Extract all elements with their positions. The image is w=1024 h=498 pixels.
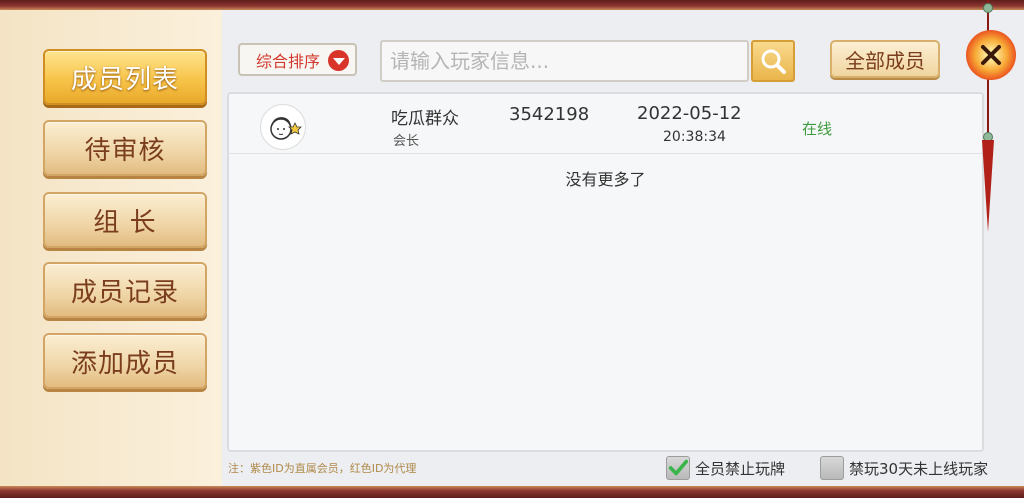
ban-inactive-checkbox[interactable]: 禁玩30天未上线玩家 <box>820 456 988 480</box>
sidebar-item-label: 成员列表 <box>70 64 179 95</box>
sidebar-item-label: 组 长 <box>93 207 157 238</box>
member-time: 20:38:34 <box>663 129 726 145</box>
member-list: 吃瓜群众 会长 3542198 2022-05-12 20:38:34 在线 没… <box>227 92 984 452</box>
search-icon <box>761 49 786 74</box>
member-date: 2022-05-12 <box>637 103 742 124</box>
close-icon <box>981 45 1001 65</box>
checkbox[interactable] <box>820 456 844 480</box>
checkbox-label: 禁玩30天未上线玩家 <box>849 459 989 478</box>
search-input[interactable] <box>380 40 749 82</box>
all-members-button[interactable]: 全部成员 <box>830 40 940 78</box>
top-frame <box>0 0 1024 10</box>
sidebar-item-label: 待审核 <box>84 135 166 166</box>
search-button[interactable] <box>751 40 795 82</box>
check-icon <box>668 459 689 476</box>
sidebar-item-group-leader[interactable]: 组 长 <box>43 192 207 248</box>
sidebar-item-label: 成员记录 <box>70 277 179 308</box>
sidebar-item-label: 添加成员 <box>70 348 179 379</box>
sort-dropdown[interactable]: 综合排序 <box>238 43 357 76</box>
status-badge: 在线 <box>802 120 833 138</box>
sidebar-item-member-records[interactable]: 成员记录 <box>43 262 207 318</box>
tassel-decoration <box>982 140 994 232</box>
sidebar-item-add-member[interactable]: 添加成员 <box>43 333 207 389</box>
all-members-label: 全部成员 <box>845 48 925 73</box>
list-end-text: 没有更多了 <box>565 170 646 189</box>
main-panel: 综合排序 全部成员 吃瓜群众 会长 354 <box>222 10 1024 486</box>
checkbox[interactable] <box>666 456 690 480</box>
bead-decoration <box>983 3 993 13</box>
sidebar-item-pending-review[interactable]: 待审核 <box>43 120 207 176</box>
member-id: 3542198 <box>509 104 590 125</box>
avatar <box>260 104 306 150</box>
member-role: 会长 <box>393 134 420 149</box>
checkbox-label: 全员禁止玩牌 <box>695 459 786 478</box>
sort-label: 综合排序 <box>256 51 321 71</box>
sidebar-item-member-list[interactable]: 成员列表 <box>43 49 207 105</box>
member-name: 吃瓜群众 <box>391 109 459 129</box>
chevron-down-icon <box>328 50 349 71</box>
bottom-frame <box>0 486 1024 498</box>
close-button[interactable] <box>966 30 1016 80</box>
sidebar: 成员列表 待审核 组 长 成员记录 添加成员 <box>0 10 222 486</box>
ban-all-checkbox[interactable]: 全员禁止玩牌 <box>666 456 785 480</box>
table-row[interactable]: 吃瓜群众 会长 3542198 2022-05-12 20:38:34 在线 <box>229 94 982 154</box>
footer-note: 注：紫色ID为直属会员，红色ID为代理 <box>228 462 417 475</box>
